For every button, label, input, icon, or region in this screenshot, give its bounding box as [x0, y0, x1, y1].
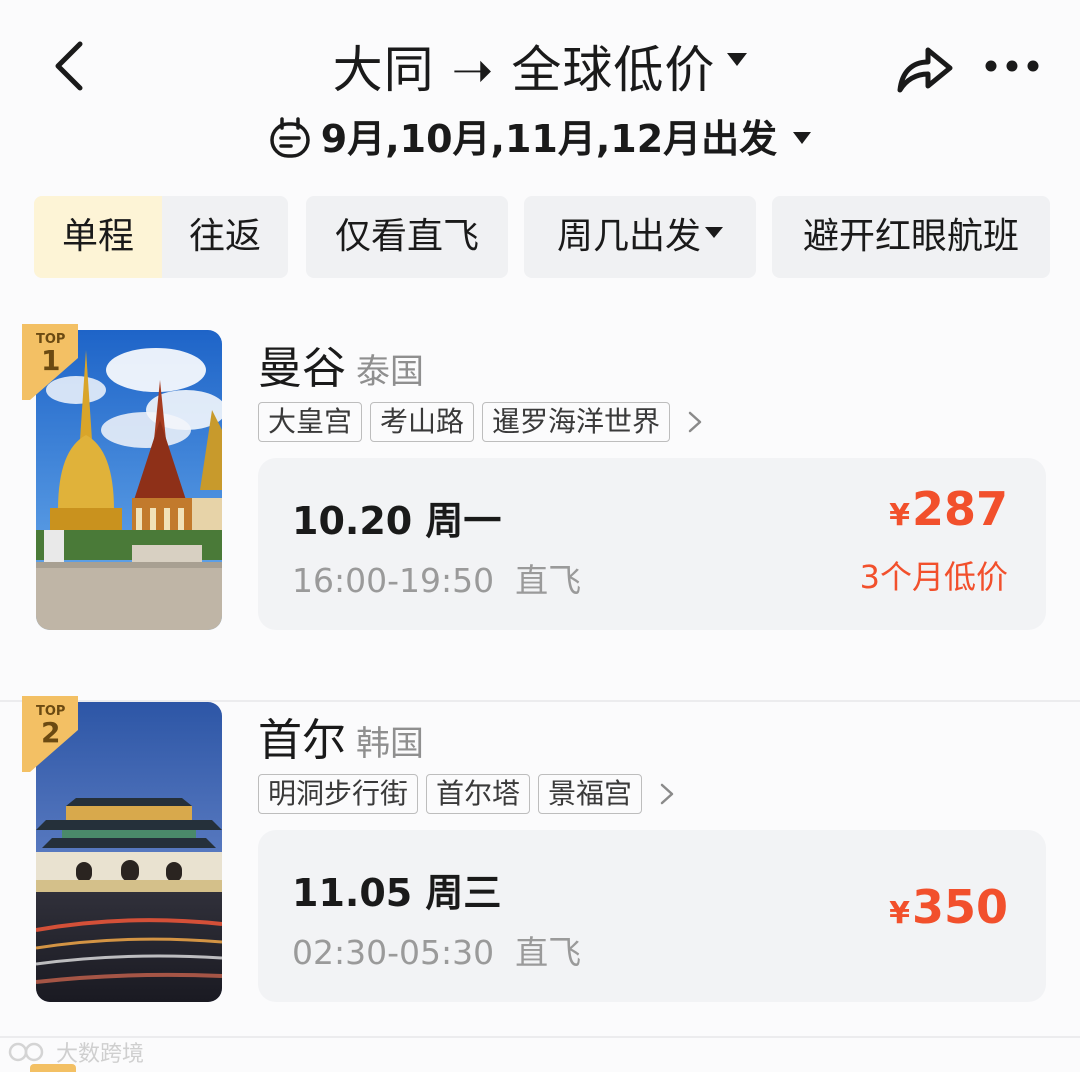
watermark-logo-icon — [8, 1042, 44, 1062]
currency-symbol: ¥ — [889, 498, 910, 533]
more-options-icon[interactable] — [982, 48, 1042, 84]
departure-month-dropdown[interactable]: 9月,10月,11月,12月出发 — [0, 108, 1080, 163]
fare-price: ¥350 — [889, 880, 1008, 934]
oneway-option[interactable]: 单程 — [34, 196, 162, 278]
price-note: 3个月低价 — [859, 558, 1008, 596]
rank-number: 2 — [41, 716, 61, 749]
top-bar: 大同 ➝ 全球低价 9月,10月,11月,12月出发 — [0, 0, 1080, 190]
currency-symbol: ¥ — [889, 896, 910, 931]
watermark: 大数跨境 — [8, 1036, 144, 1068]
rank-badge: TOP 1 — [22, 324, 78, 400]
country-name: 韩国 — [356, 724, 424, 764]
attraction-tag: 考山路 — [370, 402, 475, 442]
chevron-right-icon — [660, 783, 674, 805]
rank-badge: TOP 2 — [22, 696, 78, 772]
weekday-filter-label: 周几出发 — [556, 216, 701, 257]
attraction-tags[interactable]: 大皇宫 考山路 暹罗海洋世界 — [258, 402, 704, 442]
flight-time: 02:30-05:30 直飞 — [292, 933, 582, 972]
flight-date: 10.20 周一 — [292, 499, 502, 543]
lowest-fare-panel[interactable]: 10.20 周一 16:00-19:50 直飞 ¥287 3个月低价 — [258, 458, 1046, 630]
attraction-tag: 首尔塔 — [426, 774, 531, 814]
flight-date: 11.05 周三 — [292, 871, 502, 915]
roundtrip-option[interactable]: 往返 — [162, 196, 288, 278]
lowest-fare-panel[interactable]: 11.05 周三 02:30-05:30 直飞 ¥350 — [258, 830, 1046, 1002]
next-rank-badge-peek — [30, 1064, 76, 1072]
share-icon[interactable] — [892, 40, 956, 96]
attraction-tag: 明洞步行街 — [258, 774, 419, 814]
card-divider — [0, 1036, 1080, 1038]
fare-amount: 350 — [911, 880, 1008, 934]
departure-months: 9月,10月,11月,12月出发 — [320, 117, 778, 161]
flight-time: 16:00-19:50 直飞 — [292, 561, 582, 600]
attraction-tag: 景福宫 — [538, 774, 643, 814]
rank-number: 1 — [41, 344, 61, 377]
chevron-down-icon — [727, 53, 748, 66]
fare-price: ¥287 — [889, 482, 1008, 536]
country-name: 泰国 — [356, 352, 424, 392]
chevron-down-icon — [793, 131, 812, 144]
weekday-filter[interactable]: 周几出发 — [524, 196, 756, 278]
direct-only-filter[interactable]: 仅看直飞 — [306, 196, 508, 278]
city-name: 首尔 — [258, 715, 346, 766]
fare-amount: 287 — [911, 482, 1008, 536]
destination-card[interactable]: TOP 1 曼谷 泰国 大皇宫 考山路 暹罗海洋世界 10.20 周一 16:0… — [0, 324, 1080, 702]
trip-type-toggle: 单程 往返 — [34, 196, 288, 278]
attraction-tag: 大皇宫 — [258, 402, 363, 442]
attraction-tags[interactable]: 明洞步行街 首尔塔 景福宫 — [258, 774, 676, 814]
calendar-icon — [270, 116, 310, 158]
destination-card[interactable]: TOP 2 首尔 韩国 明洞步行街 首尔塔 景福宫 11.05 周三 02:30… — [0, 696, 1080, 1038]
attraction-tag: 暹罗海洋世界 — [482, 402, 671, 442]
chevron-down-icon — [705, 226, 723, 238]
avoid-redeye-filter[interactable]: 避开红眼航班 — [772, 196, 1050, 278]
page-title: 大同 ➝ 全球低价 — [332, 41, 716, 99]
city-name: 曼谷 — [258, 343, 346, 394]
chevron-right-icon — [688, 411, 702, 433]
